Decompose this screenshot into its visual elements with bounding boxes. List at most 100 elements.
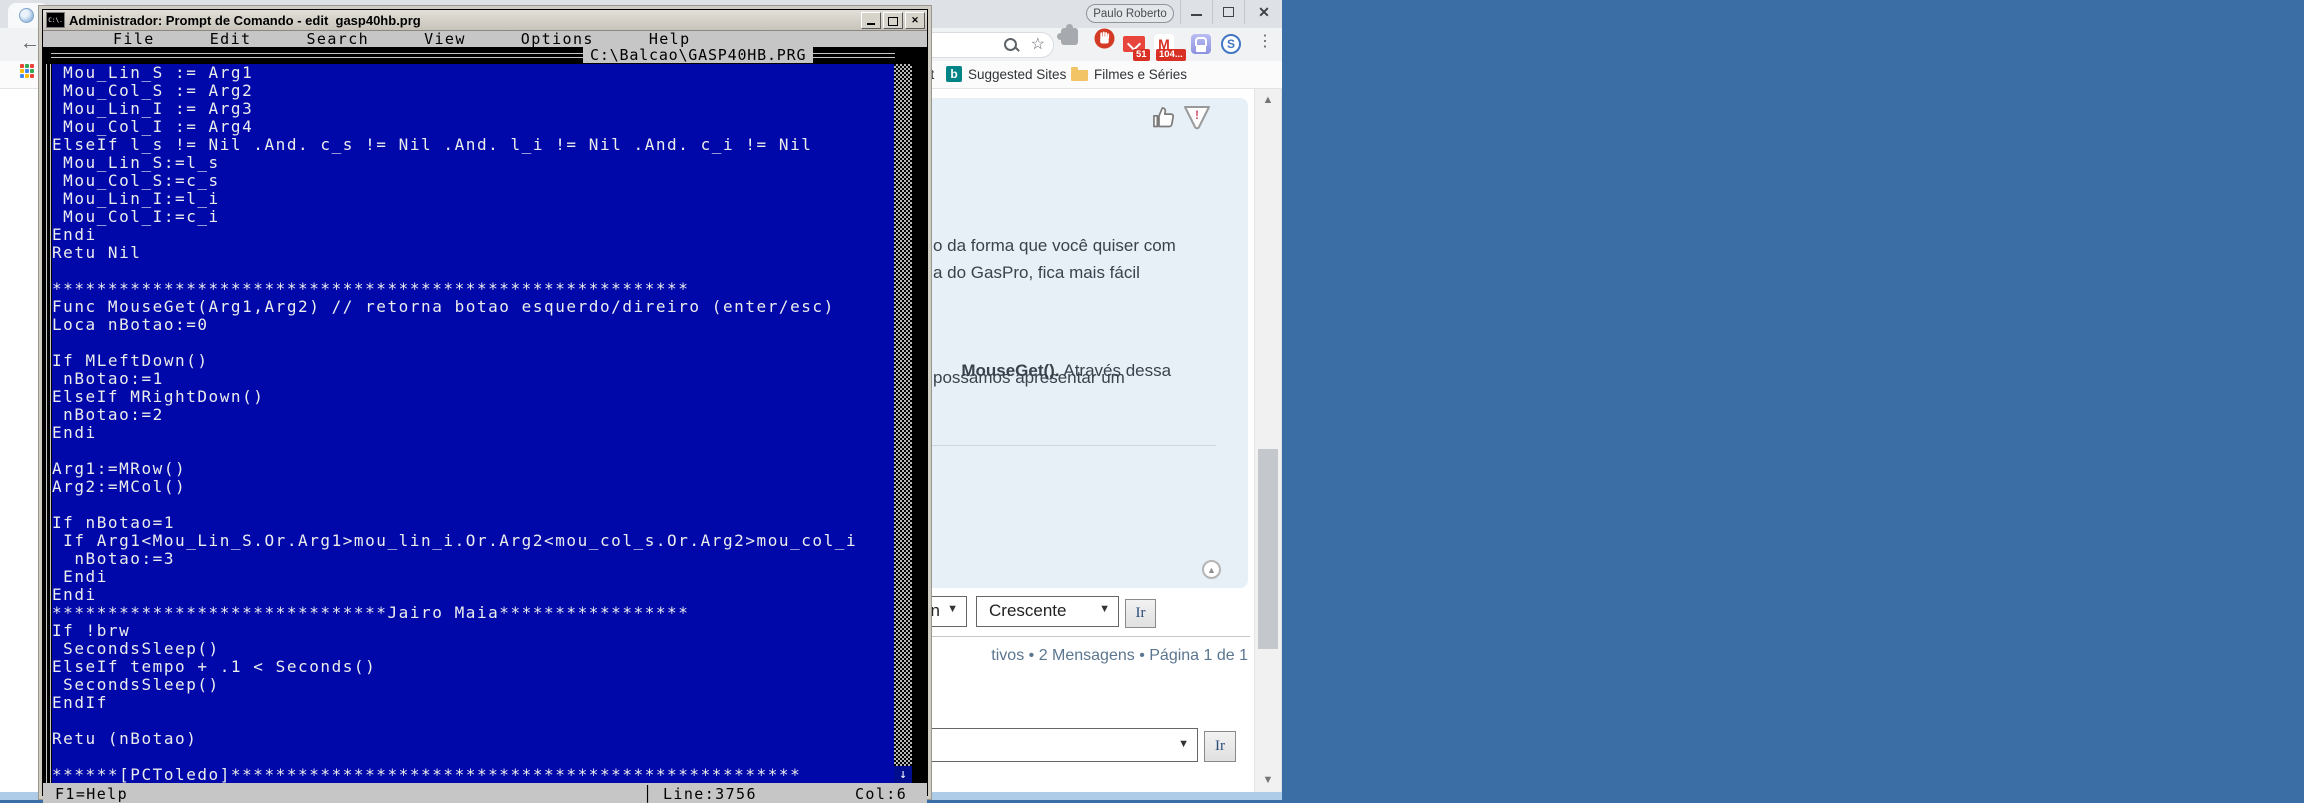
chevron-down-icon: ▼ — [1178, 738, 1189, 750]
code-line: Mou_Col_S := Arg2 — [52, 81, 254, 100]
code-line: Endi — [52, 567, 108, 586]
editor-scroll-down-icon[interactable]: ↓ — [894, 766, 912, 783]
cmd-icon: C:\. — [46, 12, 65, 28]
code-line: Loca nBotao:=0 — [52, 315, 209, 334]
code-line: If MLeftDown() — [52, 351, 209, 370]
folder-icon — [1071, 67, 1088, 81]
code-line: Mou_Lin_I := Arg3 — [52, 99, 254, 118]
code-line: ******[PCToledo]************************… — [52, 765, 802, 784]
menu-options[interactable]: Options — [521, 30, 594, 48]
bookmark-folder-filmes[interactable]: Filmes e Séries — [1094, 67, 1187, 82]
jump-go-button[interactable]: Ir — [1204, 731, 1236, 762]
scroll-up-icon[interactable]: ▲ — [1255, 94, 1281, 106]
menu-view[interactable]: View — [424, 30, 466, 48]
status-separator: │ — [643, 785, 654, 803]
code-line: Mou_Lin_S := Arg1 — [52, 64, 254, 82]
code-line: Func MouseGet(Arg1,Arg2) // retorna bota… — [52, 297, 835, 316]
code-line: ******************************Jairo Maia… — [52, 603, 690, 622]
minimize-icon — [867, 23, 875, 25]
close-icon: ✕ — [911, 15, 919, 25]
bing-icon: b — [946, 66, 962, 82]
editor-menu-bar: File Edit Search View Options Help — [43, 30, 927, 48]
sort-order-select[interactable]: Crescente ▼ — [976, 596, 1119, 627]
console-window-controls: ✕ — [861, 12, 925, 29]
console-window: C:\. Administrador: Prompt de Comando - … — [38, 5, 932, 803]
status-line-number: Line:3756 — [663, 785, 757, 803]
console-frame: C:\. Administrador: Prompt de Comando - … — [42, 9, 928, 803]
console-minimize-button[interactable] — [861, 12, 881, 29]
desktop: { "desktop": {"bg": "#3A6EA5"}, "icons":… — [0, 0, 2304, 803]
minimize-button[interactable] — [1180, 0, 1212, 24]
code-line: nBotao:=3 — [52, 549, 176, 568]
mail-badge: 51 — [1133, 49, 1150, 61]
console-title: Administrador: Prompt de Comando - edit … — [69, 12, 421, 28]
close-button[interactable]: ✕ — [1244, 0, 1283, 24]
code-area[interactable]: Mou_Lin_S := Arg1 Mou_Col_S := Arg2 Mou_… — [52, 64, 894, 783]
chevron-down-icon: ▼ — [1099, 603, 1110, 615]
browser-menu-icon[interactable]: ⋮ — [1256, 31, 1274, 55]
editor-file-header: C:\Balcao\GASP40HB.PRG — [43, 46, 927, 64]
apps-grid-icon[interactable] — [20, 64, 35, 79]
page-scrollbar[interactable]: ▲ ▼ — [1254, 89, 1281, 792]
back-icon[interactable]: ← — [20, 32, 40, 55]
code-line: If !brw — [52, 621, 131, 640]
editor-status-bar: F1=Help │ Line:3756 Col:6 — [43, 783, 927, 803]
bookmark-suggested-sites[interactable]: Suggested Sites — [968, 67, 1066, 82]
code-line: Arg1:=MRow() — [52, 459, 187, 478]
editor-scrollbar[interactable]: ↓ — [894, 64, 912, 783]
post-text-line: possamos apresentar um — [933, 368, 1125, 387]
console-title-bar[interactable]: C:\. Administrador: Prompt de Comando - … — [43, 10, 927, 31]
scroll-down-icon[interactable]: ▼ — [1255, 774, 1281, 786]
window-controls: ✕ — [1180, 0, 1283, 24]
adblock-hand-icon[interactable] — [1094, 28, 1115, 49]
restore-button[interactable] — [1212, 0, 1244, 24]
menu-file[interactable]: File — [113, 30, 155, 48]
code-line: EndIf — [52, 693, 108, 712]
console-maximize-button[interactable] — [883, 12, 903, 29]
bookmark-star-icon[interactable]: ☆ — [1031, 34, 1045, 54]
go-to-top-icon[interactable]: ▲ — [1202, 560, 1221, 579]
menu-search[interactable]: Search — [306, 30, 369, 48]
minimize-icon — [1191, 14, 1202, 16]
file-path-label: C:\Balcao\GASP40HB.PRG — [583, 46, 814, 64]
close-icon: ✕ — [1258, 3, 1270, 20]
code-line: Retu (nBotao) — [52, 729, 198, 748]
zoom-search-icon[interactable] — [1004, 38, 1017, 51]
code-line: Mou_Col_I:=c_i — [52, 207, 220, 226]
chevron-down-icon: ▼ — [947, 603, 958, 615]
extension-puzzle-icon[interactable] — [1057, 24, 1078, 45]
session-extension-icon[interactable]: S — [1221, 34, 1241, 54]
code-line: ElseIf MRightDown() — [52, 387, 265, 406]
lock-extension-icon[interactable] — [1191, 34, 1211, 54]
thumbs-up-icon[interactable] — [1150, 104, 1177, 136]
profile-button[interactable]: Paulo Roberto — [1086, 4, 1174, 23]
restore-icon — [1223, 4, 1237, 17]
frame-left-border — [46, 64, 51, 783]
code-line: Endi — [52, 585, 97, 604]
code-line: If Arg1<Mou_Lin_S.Or.Arg1>mou_lin_i.Or.A… — [52, 531, 858, 550]
editor-area[interactable]: Mou_Lin_S := Arg1 Mou_Col_S := Arg2 Mou_… — [43, 64, 927, 783]
svg-text:!: ! — [1195, 108, 1199, 122]
code-line: nBotao:=1 — [52, 369, 164, 388]
code-line: SecondsSleep() — [52, 675, 220, 694]
maximize-icon — [888, 17, 898, 26]
status-col-number: Col:6 — [855, 785, 908, 803]
gmail-badge: 104... — [1156, 49, 1186, 61]
post-text-line: a do GasPro, fica mais fácil — [933, 263, 1140, 282]
globe-favicon-icon — [19, 8, 34, 23]
code-line: ElseIf tempo + .1 < Seconds() — [52, 657, 377, 676]
report-warning-icon[interactable]: ! — [1182, 105, 1212, 136]
console-close-button[interactable]: ✕ — [905, 12, 925, 29]
code-line: If nBotao=1 — [52, 513, 176, 532]
scrollbar-thumb[interactable] — [1258, 449, 1278, 649]
code-line: nBotao:=2 — [52, 405, 164, 424]
status-help: F1=Help — [55, 785, 129, 803]
code-line: Mou_Lin_I:=l_i — [52, 189, 220, 208]
menu-edit[interactable]: Edit — [210, 30, 252, 48]
sort-go-button[interactable]: Ir — [1125, 599, 1156, 628]
